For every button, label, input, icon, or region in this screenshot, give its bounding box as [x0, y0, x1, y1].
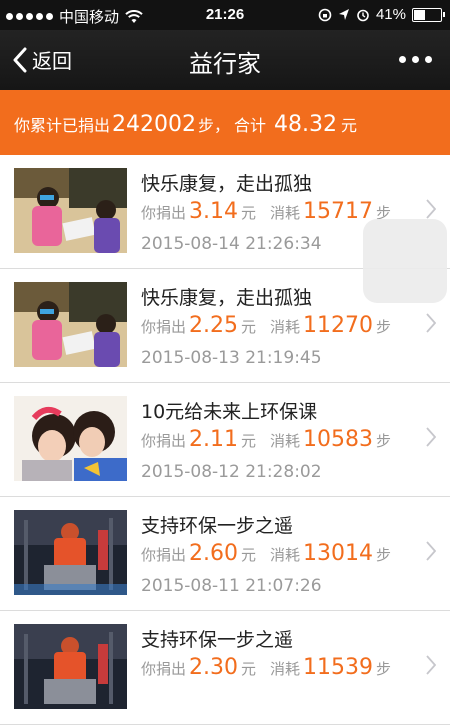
steps-count: 15717 — [303, 199, 374, 224]
summary-steps: 242002 — [112, 112, 196, 137]
donate-label: 你捐出 — [141, 318, 187, 336]
donation-date: 2015-08-11 21:07:26 — [141, 576, 322, 596]
summary-total-label: 合计 — [234, 116, 267, 135]
project-thumbnail — [14, 168, 127, 253]
donate-amount: 3.14 — [189, 199, 238, 224]
chevron-right-icon — [426, 655, 436, 675]
donation-summary: 你累计已捐出 242002 步， 合计 48.32 元 — [0, 90, 450, 155]
status-bar: 中国移动 21:26 41% — [0, 0, 450, 30]
steps-count: 11270 — [303, 313, 374, 338]
donate-amount: 2.60 — [189, 541, 238, 566]
consume-label: 消耗 — [270, 660, 301, 678]
assistive-touch-button[interactable] — [363, 219, 447, 303]
consume-label: 消耗 — [270, 546, 301, 564]
navigation-bar: 返回 益行家 — [0, 30, 450, 90]
project-thumbnail — [14, 510, 127, 595]
donation-date: 2015-08-13 21:19:45 — [141, 348, 322, 368]
battery-icon — [412, 7, 445, 22]
chevron-right-icon — [426, 427, 436, 447]
donate-label: 你捐出 — [141, 546, 187, 564]
steps-unit: 步 — [376, 432, 392, 450]
page-title: 益行家 — [189, 50, 261, 78]
summary-steps-unit: 步， — [198, 116, 231, 135]
chevron-right-icon — [426, 541, 436, 561]
rotation-lock-icon — [318, 8, 332, 21]
summary-prefix: 你累计已捐出 — [14, 116, 111, 135]
steps-count: 11539 — [303, 655, 374, 680]
project-title: 快乐康复，走出孤独 — [141, 287, 313, 309]
alarm-icon — [357, 9, 369, 21]
steps-unit: 步 — [376, 318, 392, 336]
project-title: 10元给未来上环保课 — [141, 401, 318, 423]
location-icon — [338, 8, 349, 20]
amount-unit: 元 — [241, 318, 257, 336]
amount-unit: 元 — [241, 660, 257, 678]
donation-item[interactable]: 10元给未来上环保课 你捐出 2.11 元 消耗 10583 步 2015-08… — [0, 383, 450, 497]
steps-count: 10583 — [303, 427, 374, 452]
project-title: 支持环保一步之遥 — [141, 629, 294, 651]
project-title: 支持环保一步之遥 — [141, 515, 294, 537]
donate-amount: 2.30 — [189, 655, 238, 680]
amount-unit: 元 — [241, 432, 257, 450]
donation-item[interactable]: 支持环保一步之遥 你捐出 2.30 元 消耗 11539 步 — [0, 611, 450, 725]
amount-unit: 元 — [241, 546, 257, 564]
donate-amount: 2.25 — [189, 313, 238, 338]
donation-item[interactable]: 支持环保一步之遥 你捐出 2.60 元 消耗 13014 步 2015-08-1… — [0, 497, 450, 611]
project-thumbnail — [14, 396, 127, 481]
battery-percent: 41% — [375, 6, 406, 23]
status-right: 41% — [318, 6, 445, 23]
donate-label: 你捐出 — [141, 204, 187, 222]
project-thumbnail — [14, 282, 127, 367]
summary-amount: 48.32 — [274, 112, 338, 137]
donation-stats: 你捐出 2.25 元 消耗 11270 步 — [141, 313, 391, 338]
donation-stats: 你捐出 3.14 元 消耗 15717 步 — [141, 199, 391, 224]
steps-unit: 步 — [376, 546, 392, 564]
amount-unit: 元 — [241, 204, 257, 222]
project-title: 快乐康复，走出孤独 — [141, 173, 313, 195]
donate-label: 你捐出 — [141, 660, 187, 678]
steps-unit: 步 — [376, 660, 392, 678]
more-options-icon[interactable] — [399, 56, 432, 63]
donate-amount: 2.11 — [189, 427, 238, 452]
donate-label: 你捐出 — [141, 432, 187, 450]
project-thumbnail — [14, 624, 127, 709]
consume-label: 消耗 — [270, 432, 301, 450]
donation-stats: 你捐出 2.60 元 消耗 13014 步 — [141, 541, 391, 566]
donation-date: 2015-08-12 21:28:02 — [141, 462, 322, 482]
donation-stats: 你捐出 2.30 元 消耗 11539 步 — [141, 655, 391, 680]
summary-amount-unit: 元 — [341, 116, 358, 135]
steps-count: 13014 — [303, 541, 374, 566]
donation-date: 2015-08-14 21:26:34 — [141, 234, 322, 254]
chevron-right-icon — [426, 199, 436, 219]
consume-label: 消耗 — [270, 204, 301, 222]
chevron-right-icon — [426, 313, 436, 333]
donation-stats: 你捐出 2.11 元 消耗 10583 步 — [141, 427, 391, 452]
consume-label: 消耗 — [270, 318, 301, 336]
